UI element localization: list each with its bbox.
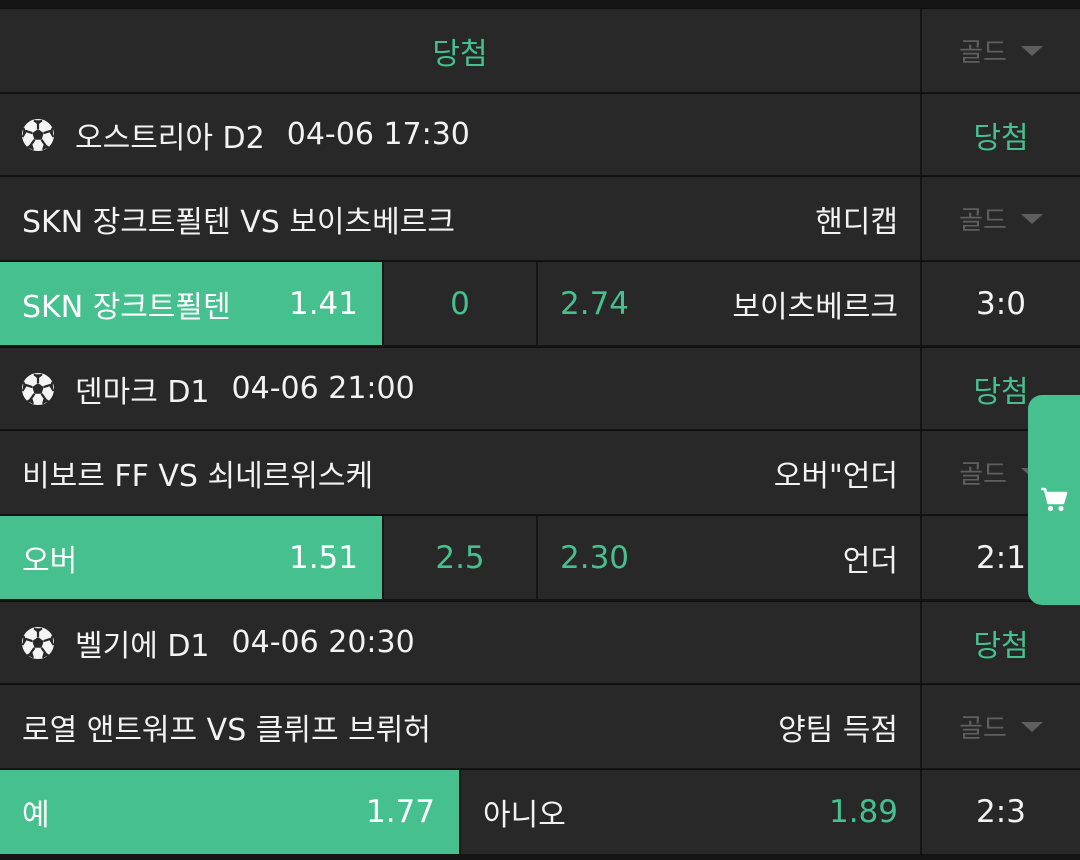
market-type: 양팀 득점 xyxy=(778,712,898,748)
league-name: 벨기에 D1 xyxy=(75,628,210,664)
gold-label: 골드 xyxy=(959,714,1007,744)
line-value: 2.5 xyxy=(382,516,536,599)
league-name: 오스트리아 D2 xyxy=(75,120,265,156)
summary-row: 당첨 골드 xyxy=(0,8,1080,92)
gold-label: 골드 xyxy=(959,38,1007,68)
selected-pick[interactable]: 오버 1.51 xyxy=(0,516,382,599)
final-score: 3:0 xyxy=(976,285,1026,322)
gold-label: 골드 xyxy=(959,206,1007,236)
away-label: 보이츠베르크 xyxy=(732,289,898,325)
selected-pick[interactable]: SKN 장크트푈텐 1.41 xyxy=(0,262,382,345)
chevron-down-icon xyxy=(1020,721,1043,732)
league-header: 덴마크 D1 04-06 21:00 당첨 xyxy=(0,347,1080,429)
match-row: SKN 장크트푈텐 VS 보이츠베르크 핸디캡 골드 xyxy=(0,176,1080,260)
pick-odds: 1.51 xyxy=(288,539,358,576)
soccer-ball-icon xyxy=(21,372,55,406)
match-teams: 비보르 FF VS 쇠네르위스케 xyxy=(22,458,374,494)
final-score: 2:1 xyxy=(976,539,1026,576)
gold-dropdown[interactable]: 골드 xyxy=(920,9,1080,92)
match-info: SKN 장크트푈텐 VS 보이츠베르크 핸디캡 xyxy=(0,177,920,260)
match-datetime: 04-06 20:30 xyxy=(231,625,415,660)
odds-row: SKN 장크트푈텐 1.41 0 2.74 보이츠베르크 3:0 xyxy=(0,261,1080,345)
match-teams: SKN 장크트푈텐 VS 보이츠베르크 xyxy=(22,204,455,240)
match-teams: 로열 앤트워프 VS 클뤼프 브뤼허 xyxy=(22,712,431,748)
league-header: 오스트리아 D2 04-06 17:30 당첨 xyxy=(0,93,1080,175)
match-status: 당첨 xyxy=(973,628,1029,664)
pick-label: 예 xyxy=(22,798,50,833)
match-row: 로열 앤트워프 VS 클뤼프 브뤼허 양팀 득점 골드 xyxy=(0,684,1080,768)
selected-pick[interactable]: 예 1.77 xyxy=(0,770,459,854)
handicap-value: 0 xyxy=(382,262,536,345)
no-label: 아니오 xyxy=(483,798,566,833)
odds-row: 오버 1.51 2.5 2.30 언더 2:1 xyxy=(0,515,1080,599)
soccer-ball-icon xyxy=(21,118,55,152)
match-status-cell: 당첨 xyxy=(920,602,1080,683)
match-status: 당첨 xyxy=(973,374,1029,410)
away-pick[interactable]: 2.74 보이츠베르크 xyxy=(536,262,920,345)
pick-label: 오버 xyxy=(22,543,78,579)
match-info: 비보르 FF VS 쇠네르위스케 오버"언더 xyxy=(0,431,920,514)
bet-slip-list: 당첨 골드 오스트리아 D2 04-06 17:30 당첨 SKN 장크트푈텐 … xyxy=(0,0,1080,860)
cart-button[interactable] xyxy=(1028,395,1080,605)
match-datetime: 04-06 21:00 xyxy=(231,371,415,406)
soccer-ball-icon xyxy=(21,626,55,660)
chevron-down-icon xyxy=(1020,213,1043,224)
pick-odds: 1.41 xyxy=(288,285,358,322)
match-status-cell: 당첨 xyxy=(920,94,1080,175)
final-score: 2:3 xyxy=(976,794,1026,830)
handicap-text: 0 xyxy=(450,285,470,322)
odds-row: 예 1.77 아니오 1.89 2:3 xyxy=(0,769,1080,854)
away-odds: 2.74 xyxy=(560,285,630,322)
under-pick[interactable]: 2.30 언더 xyxy=(536,516,920,599)
pick-label: SKN 장크트푈텐 xyxy=(22,289,231,325)
no-odds: 1.89 xyxy=(828,794,898,830)
league-info: 벨기에 D1 04-06 20:30 xyxy=(0,602,920,683)
summary-status-cell: 당첨 xyxy=(0,9,920,92)
gold-label: 골드 xyxy=(959,460,1007,490)
summary-status: 당첨 xyxy=(432,36,488,72)
match-datetime: 04-06 17:30 xyxy=(286,117,470,152)
league-name: 덴마크 D1 xyxy=(75,374,210,410)
cart-icon xyxy=(1041,487,1068,512)
match-row: 비보르 FF VS 쇠네르위스케 오버"언더 골드 xyxy=(0,430,1080,514)
line-text: 2.5 xyxy=(435,539,485,576)
chevron-down-icon xyxy=(1020,45,1043,56)
gold-dropdown[interactable]: 골드 xyxy=(920,685,1080,768)
league-info: 오스트리아 D2 04-06 17:30 xyxy=(0,94,920,175)
market-type: 핸디캡 xyxy=(815,204,898,240)
under-odds: 2.30 xyxy=(560,539,630,576)
gold-dropdown[interactable]: 골드 xyxy=(920,177,1080,260)
match-status: 당첨 xyxy=(973,120,1029,156)
under-label: 언더 xyxy=(842,543,898,579)
market-type: 오버"언더 xyxy=(773,458,898,494)
score-cell: 3:0 xyxy=(920,262,1080,345)
pick-odds: 1.77 xyxy=(365,794,435,830)
match-info: 로열 앤트워프 VS 클뤼프 브뤼허 양팀 득점 xyxy=(0,685,920,768)
league-header: 벨기에 D1 04-06 20:30 당첨 xyxy=(0,601,1080,683)
league-info: 덴마크 D1 04-06 21:00 xyxy=(0,348,920,429)
score-cell: 2:3 xyxy=(920,770,1080,854)
no-pick[interactable]: 아니오 1.89 xyxy=(459,770,920,854)
